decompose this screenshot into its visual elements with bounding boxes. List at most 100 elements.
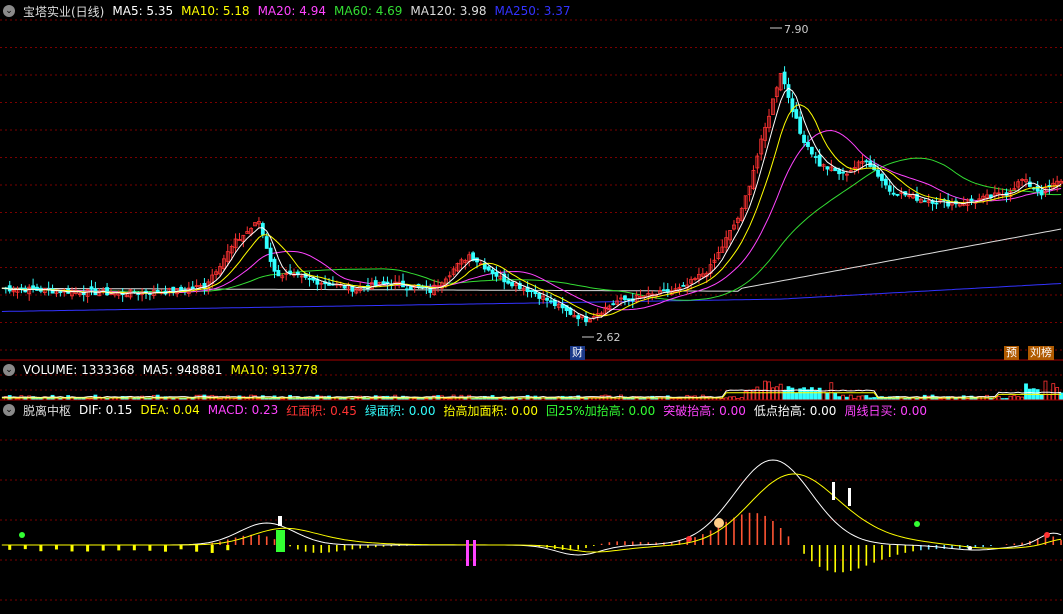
candle-body[interactable] — [837, 169, 842, 175]
candle-body[interactable] — [268, 247, 273, 262]
candle-body[interactable] — [89, 286, 94, 290]
macd-bar[interactable] — [23, 545, 27, 550]
macd-bar[interactable] — [304, 545, 307, 552]
candle-body[interactable] — [576, 315, 581, 320]
volume-bar[interactable] — [825, 392, 830, 401]
candle-body[interactable] — [841, 171, 845, 174]
macd-histogram[interactable] — [8, 512, 1062, 573]
macd-bar[interactable] — [943, 545, 946, 549]
volume-bar[interactable] — [841, 394, 845, 401]
candle-body[interactable] — [1035, 185, 1040, 192]
candle-body[interactable] — [272, 258, 277, 272]
macd-bar[interactable] — [226, 545, 230, 551]
volume-bar[interactable] — [837, 396, 842, 401]
candle-body[interactable] — [537, 292, 542, 299]
candle-body[interactable] — [408, 286, 413, 290]
macd-bar[interactable] — [787, 536, 790, 545]
chevron-down-icon[interactable]: ⌄ — [3, 404, 15, 416]
macd-bar[interactable] — [70, 545, 74, 552]
macd-bar[interactable] — [857, 545, 860, 569]
volume-bar[interactable] — [1024, 383, 1028, 401]
macd-bar[interactable] — [336, 545, 338, 552]
macd-bar[interactable] — [585, 545, 587, 549]
macd-bar[interactable] — [834, 545, 837, 573]
volume-bar[interactable] — [794, 392, 799, 401]
macd-bar[interactable] — [163, 545, 167, 552]
candle-body[interactable] — [798, 116, 803, 134]
candle-body[interactable] — [802, 134, 806, 143]
volume-bar[interactable] — [864, 395, 869, 401]
candle-body[interactable] — [264, 236, 269, 249]
macd-bar[interactable] — [748, 512, 751, 545]
liubang-tag[interactable]: 刘榜 — [1028, 346, 1054, 360]
macd-bar[interactable] — [148, 545, 152, 551]
white-signal-bar[interactable] — [832, 482, 835, 500]
volume-bar[interactable] — [848, 394, 853, 401]
candle-body[interactable] — [179, 286, 183, 291]
macd-bar[interactable] — [250, 534, 252, 545]
volume-bar[interactable] — [1039, 394, 1044, 401]
macd-bar[interactable] — [359, 545, 361, 549]
macd-bar[interactable] — [849, 545, 852, 571]
candle-body[interactable] — [883, 178, 888, 186]
candle-body[interactable] — [817, 154, 822, 167]
candle-body[interactable] — [895, 193, 900, 196]
volume-bar[interactable] — [1051, 383, 1056, 401]
chevron-down-icon[interactable]: ⌄ — [3, 364, 15, 376]
candle-body[interactable] — [880, 173, 884, 181]
macd-bar[interactable] — [881, 545, 883, 560]
macd-bar[interactable] — [717, 526, 720, 545]
macd-bar[interactable] — [242, 535, 245, 545]
volume-bar[interactable] — [755, 386, 760, 401]
white-signal-bar[interactable] — [278, 516, 282, 526]
magenta-signal-bar[interactable] — [466, 540, 469, 566]
macd-bar[interactable] — [297, 545, 299, 550]
white-signal-bar[interactable] — [848, 488, 851, 506]
candle-body[interactable] — [529, 290, 534, 293]
candle-body[interactable] — [105, 287, 109, 296]
candle-body[interactable] — [307, 277, 312, 280]
macd-bar[interactable] — [179, 545, 183, 550]
macd-bar[interactable] — [86, 545, 90, 552]
candle-body[interactable] — [809, 146, 814, 155]
candle-body[interactable] — [876, 169, 880, 177]
volume-bar[interactable] — [833, 392, 838, 401]
candle-body[interactable] — [109, 293, 113, 295]
candle-body[interactable] — [1028, 181, 1032, 187]
volume-bar[interactable] — [1043, 380, 1048, 401]
chevron-down-icon[interactable]: ⌄ — [3, 5, 15, 17]
macd-bar[interactable] — [896, 545, 899, 555]
macd-bar[interactable] — [779, 527, 782, 545]
volume-bar[interactable] — [802, 387, 806, 401]
candle-body[interactable] — [276, 270, 281, 277]
macd-bar[interactable] — [904, 545, 907, 553]
macd-bar[interactable] — [39, 545, 43, 552]
macd-bar[interactable] — [733, 517, 735, 545]
candle-body[interactable] — [58, 291, 63, 294]
magenta-signal-bar[interactable] — [473, 540, 476, 566]
macd-bar[interactable] — [873, 545, 875, 563]
macd-bar[interactable] — [912, 545, 914, 552]
macd-bar[interactable] — [702, 534, 704, 545]
candle-body[interactable] — [794, 109, 799, 119]
candlestick-series[interactable] — [3, 66, 1063, 327]
candle-body[interactable] — [922, 200, 927, 203]
candle-body[interactable] — [782, 71, 787, 85]
candle-body[interactable] — [560, 303, 565, 309]
macd-bar[interactable] — [616, 541, 618, 545]
macd-bar[interactable] — [258, 534, 260, 545]
candle-body[interactable] — [611, 303, 616, 306]
macd-bar[interactable] — [865, 545, 868, 566]
macd-bar[interactable] — [312, 545, 315, 553]
macd-bar[interactable] — [577, 545, 580, 550]
candle-body[interactable] — [623, 295, 627, 301]
candle-body[interactable] — [549, 300, 553, 303]
candle-body[interactable] — [806, 141, 810, 147]
macd-bar[interactable] — [101, 545, 105, 551]
macd-bar[interactable] — [764, 515, 766, 545]
macd-bar[interactable] — [826, 545, 829, 571]
macd-bar[interactable] — [600, 543, 603, 545]
candle-body[interactable] — [373, 280, 378, 286]
macd-bar[interactable] — [1005, 544, 1008, 545]
macd-bar[interactable] — [608, 542, 611, 545]
